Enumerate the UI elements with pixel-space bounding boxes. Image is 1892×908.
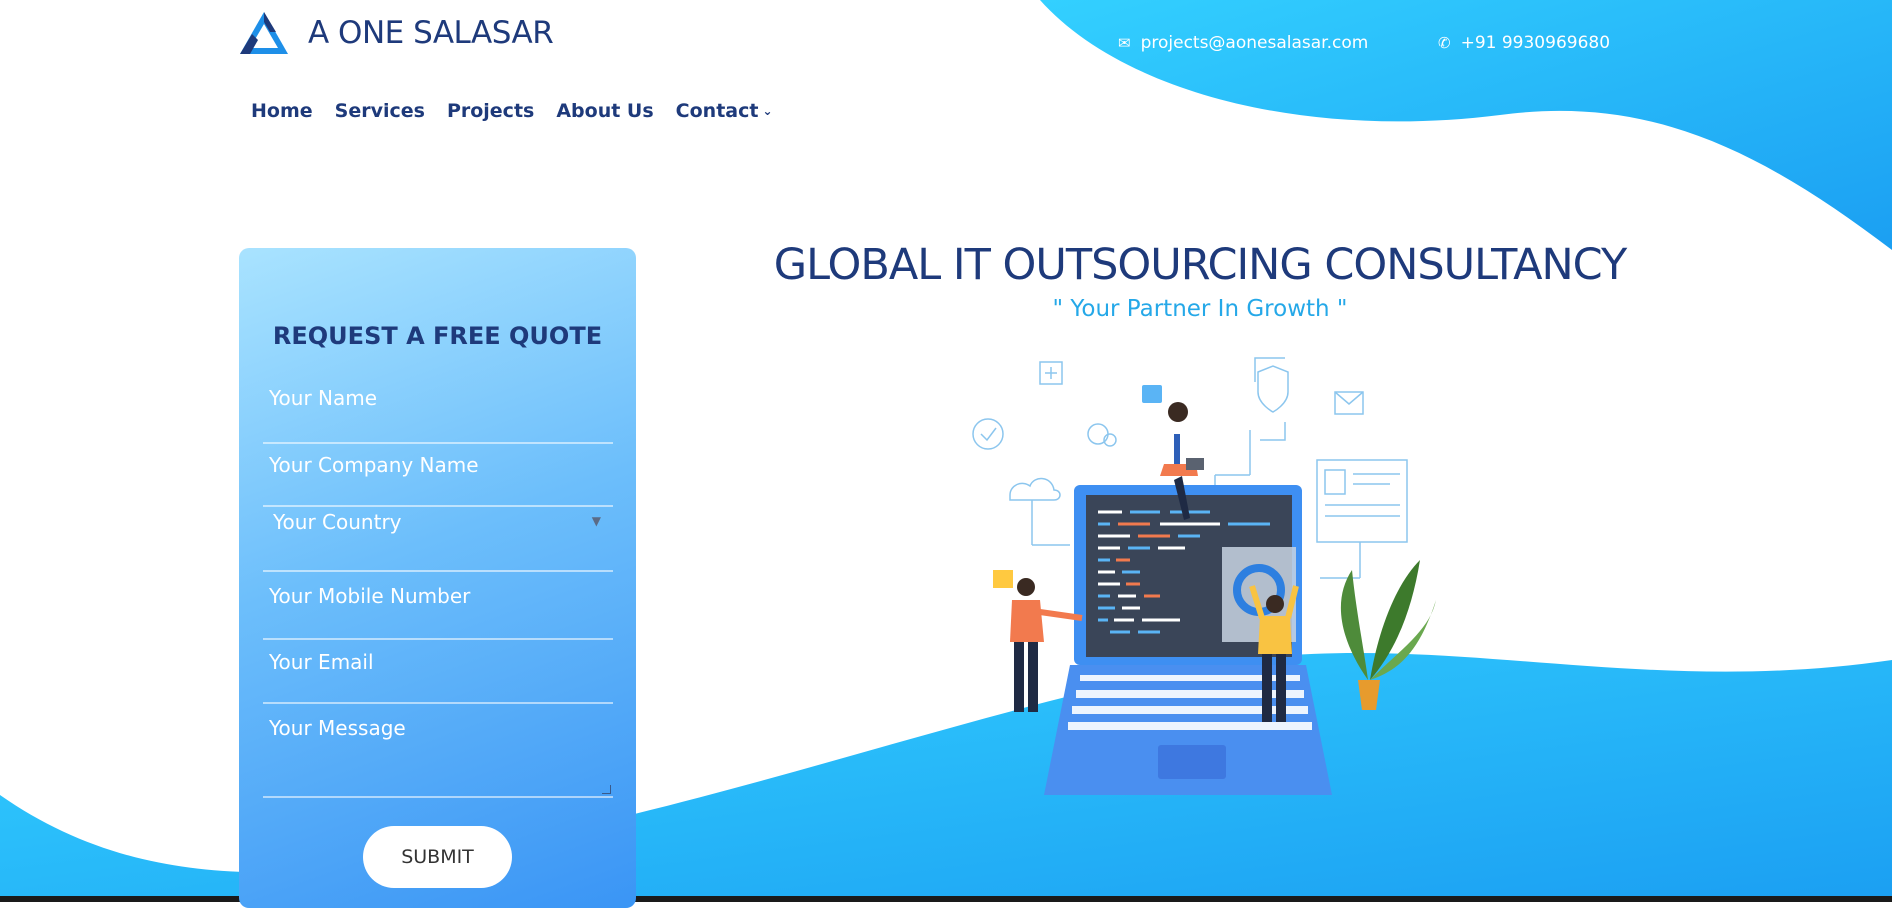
- phone-icon: ✆: [1438, 34, 1451, 52]
- resize-handle-icon[interactable]: [602, 785, 611, 794]
- nav-home[interactable]: Home: [251, 100, 313, 122]
- mobile-input-placeholder: Your Mobile Number: [269, 584, 471, 608]
- email-input-placeholder: Your Email: [269, 650, 374, 674]
- envelope-icon: ✉: [1118, 34, 1131, 52]
- nav-about-us[interactable]: About Us: [556, 100, 653, 122]
- hero-illustration: [972, 357, 1436, 795]
- quote-form: REQUEST A FREE QUOTE Your Name Your Comp…: [239, 248, 636, 908]
- name-input[interactable]: Your Name: [263, 386, 613, 444]
- nav-projects-label: Projects: [446, 100, 535, 122]
- nav-contact-label: Contact: [675, 100, 759, 122]
- hero-subtitle: " Your Partner In Growth ": [1052, 296, 1348, 322]
- contact-phone[interactable]: ✆ +91 9930969680: [1438, 33, 1610, 53]
- message-textarea[interactable]: Your Message: [263, 716, 613, 798]
- nav-home-label: Home: [251, 100, 313, 122]
- contact-email-text: projects@aonesalasar.com: [1140, 33, 1369, 53]
- nav-services-label: Services: [334, 100, 425, 122]
- name-input-placeholder: Your Name: [269, 386, 378, 410]
- nav-services[interactable]: Services: [335, 100, 425, 122]
- nav-contact[interactable]: Contact ⌄: [676, 100, 773, 122]
- chevron-down-icon: ⌄: [762, 104, 773, 118]
- company-input[interactable]: Your Company Name: [263, 453, 613, 507]
- country-select-value: Your Country: [273, 510, 402, 534]
- main-nav: Home Services Projects About Us Contact ⌄: [240, 100, 784, 122]
- contact-email[interactable]: ✉ projects@aonesalasar.com: [1118, 33, 1368, 53]
- nav-about-us-label: About Us: [556, 100, 654, 122]
- brand-name: A ONE SALASAR: [308, 15, 554, 51]
- logo-mark-icon: [240, 12, 288, 54]
- contact-phone-text: +91 9930969680: [1460, 33, 1611, 53]
- brand-logo[interactable]: A ONE SALASAR: [238, 10, 554, 56]
- hero-title: GLOBAL IT OUTSOURCING CONSULTANCY: [773, 240, 1627, 290]
- submit-button-label: SUBMIT: [401, 846, 474, 868]
- mobile-input[interactable]: Your Mobile Number: [263, 584, 613, 640]
- dropdown-arrow-icon: ▼: [591, 514, 601, 528]
- company-input-placeholder: Your Company Name: [269, 453, 479, 477]
- quote-form-title: REQUEST A FREE QUOTE: [272, 322, 603, 350]
- email-input[interactable]: Your Email: [263, 650, 613, 704]
- country-select[interactable]: Your Country ▼: [263, 510, 613, 572]
- nav-projects[interactable]: Projects: [447, 100, 534, 122]
- submit-button[interactable]: SUBMIT: [363, 826, 512, 888]
- message-textarea-placeholder: Your Message: [269, 716, 406, 740]
